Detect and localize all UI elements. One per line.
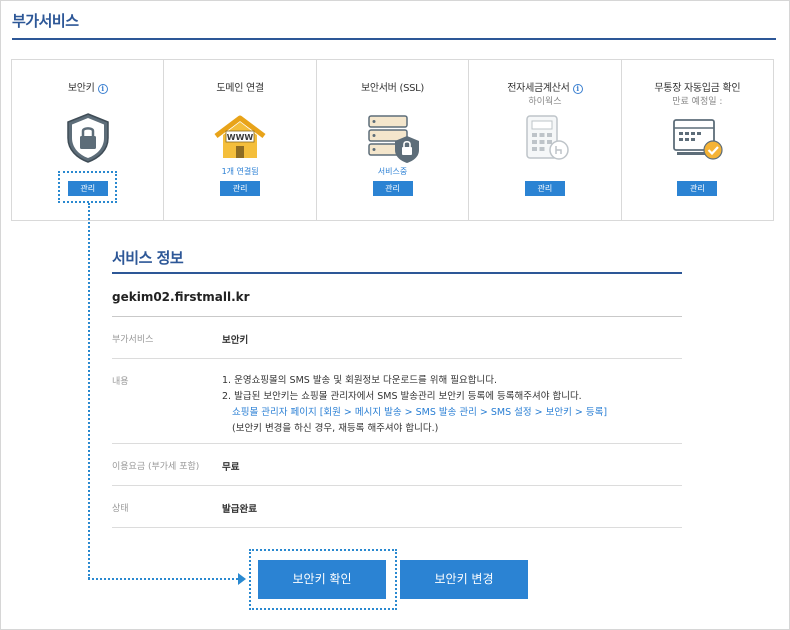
card-title: 전자세금계산서 i [469, 79, 620, 94]
manage-button[interactable]: 관리 [524, 181, 565, 196]
addon-card-grid: 보안키i 관리 도메인 연결 WWW 1개 연결됨 관리 보안서버 (SSL) [11, 59, 774, 221]
manage-button[interactable]: 관리 [220, 181, 261, 196]
card-domain: 도메인 연결 WWW 1개 연결됨 관리 [164, 60, 317, 220]
domain-status: 1개 연결됨 [221, 167, 259, 176]
info-icon[interactable]: i [97, 84, 108, 94]
row-state: 상태 발급완료 [112, 486, 682, 528]
domain-name: gekim02.firstmall.kr [112, 290, 250, 304]
card-check-icon [673, 119, 723, 160]
row-value: 발급완료 [222, 504, 257, 515]
desc-line-2: 2. 발급된 보안키는 쇼핑몰 관리자에서 SMS 발송관리 보안키 등록에 등… [222, 391, 582, 402]
admin-path-link[interactable]: 쇼핑몰 관리자 페이지 [회원 > 메시지 발송 > SMS 발송 관리 > S… [232, 404, 607, 418]
row-value: 보안키 [222, 335, 249, 346]
page-title: 부가서비스 [12, 12, 79, 30]
card-title: 무통장 자동입금 확인 [654, 83, 741, 94]
arrow-right-icon [238, 573, 246, 585]
card-auto-deposit: 무통장 자동입금 확인 만료 예정일 : 관리 [622, 60, 773, 220]
info-icon[interactable]: i [572, 84, 583, 94]
server-lock-icon [367, 115, 419, 163]
card-title: 보안키 i [12, 79, 163, 94]
card-title: 도메인 연결 [216, 83, 264, 94]
row-content: 내용 1. 운영쇼핑몰의 SMS 발송 및 회원정보 다운로드를 위해 필요합니… [112, 359, 682, 444]
desc-line-1: 1. 운영쇼핑몰의 SMS 발송 및 회원정보 다운로드를 위해 필요합니다. [222, 375, 497, 386]
card-title: 보안서버 (SSL) [360, 83, 425, 94]
calculator-icon [526, 115, 569, 160]
row-label: 상태 [112, 504, 129, 514]
ssl-status: 서비스중 [377, 167, 408, 176]
connector-line-vertical [88, 203, 90, 579]
row-value: 무료 [222, 462, 240, 473]
card-subtitle: 만료 예정일 : [672, 97, 723, 107]
row-label: 이용요금 (부가세 포함) [112, 462, 200, 472]
highlight-box-manage [58, 171, 117, 203]
service-info-title: 서비스 정보 [112, 249, 184, 267]
card-tax-invoice: 전자세금계산서 i 하이웍스 관리 [469, 60, 622, 220]
row-label: 부가서비스 [112, 335, 154, 345]
row-addon: 부가서비스 보안키 [112, 317, 682, 359]
card-subtitle: 하이웍스 [528, 97, 562, 107]
www-house-icon: WWW [214, 115, 266, 158]
card-ssl: 보안서버 (SSL) 서비스중 관리 [317, 60, 470, 220]
security-key-change-button[interactable]: 보안키 변경 [400, 560, 528, 599]
manage-button[interactable]: 관리 [372, 181, 413, 196]
shield-lock-icon [66, 113, 109, 163]
title-divider [12, 38, 776, 40]
row-fee: 이용요금 (부가세 포함) 무료 [112, 444, 682, 486]
manage-button[interactable]: 관리 [677, 181, 718, 196]
desc-line-4: (보안키 변경을 하신 경우, 재등록 해주셔야 합니다.) [232, 423, 439, 434]
service-info-divider [112, 272, 682, 274]
svg-text:WWW: WWW [227, 133, 254, 142]
row-label: 내용 [112, 377, 129, 387]
security-key-confirm-button[interactable]: 보안키 확인 [258, 560, 386, 599]
connector-line-horizontal [88, 578, 238, 580]
